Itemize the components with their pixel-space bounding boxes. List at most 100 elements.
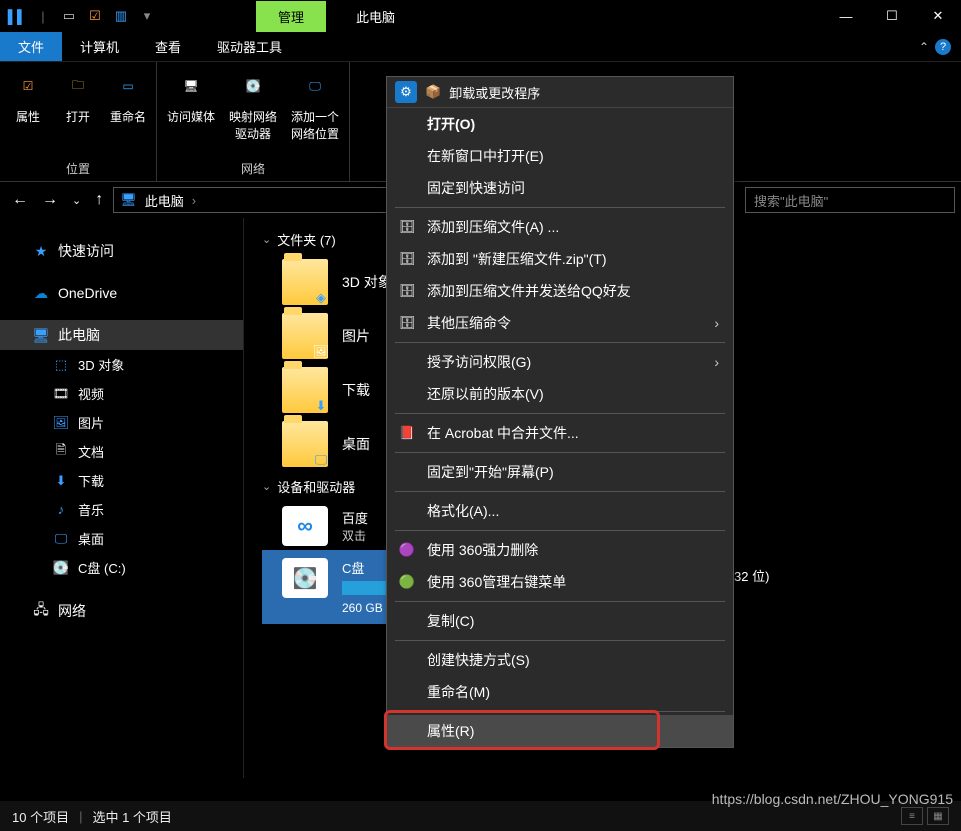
- sidebar-network[interactable]: 🖧 网络: [0, 596, 243, 626]
- context-menu-separator: [395, 530, 725, 531]
- ribbon-group-network-label: 网络: [167, 158, 339, 179]
- this-pc-icon: 🖥: [120, 192, 137, 208]
- blank-icon: [397, 462, 417, 482]
- context-menu-item[interactable]: 🟢使用 360管理右键菜单: [387, 566, 733, 598]
- sidebar-item-label: C盘 (C:): [78, 558, 126, 577]
- search-input[interactable]: 搜索"此电脑": [745, 187, 955, 213]
- context-menu-item[interactable]: 固定到快速访问: [387, 172, 733, 204]
- sidebar-item-documents[interactable]: 🗎文档: [0, 437, 243, 466]
- context-menu-item[interactable]: 复制(C): [387, 605, 733, 637]
- sidebar-item-label: 音乐: [78, 500, 104, 519]
- tab-view[interactable]: 查看: [137, 32, 199, 61]
- folder-icon: ⬇: [282, 367, 328, 413]
- close-button[interactable]: ✕: [915, 0, 961, 32]
- ribbon-access-media[interactable]: 🖥 访问媒体: [167, 68, 215, 158]
- ribbon-map-drive[interactable]: 💽 映射网络 驱动器: [229, 68, 277, 158]
- context-menu-item[interactable]: 格式化(A)...: [387, 495, 733, 527]
- context-menu-item-label: 复制(C): [427, 611, 474, 631]
- sidebar-item-videos[interactable]: 🎞视频: [0, 379, 243, 408]
- navigation-pane: ★ 快速访问 ☁ OneDrive 🖥 此电脑 ⬚3D 对象 🎞视频 🖼图片 🗎…: [0, 218, 244, 778]
- folder-icon: 🖵: [282, 421, 328, 467]
- desktop-icon: 🖵: [52, 531, 70, 547]
- context-menu-separator: [395, 601, 725, 602]
- manage-contextual-tab[interactable]: 管理: [256, 1, 326, 32]
- nav-back-button[interactable]: ←: [12, 191, 28, 209]
- sidebar-item-music[interactable]: ♪ 音乐: [0, 495, 243, 524]
- context-menu-item[interactable]: 重命名(M): [387, 676, 733, 708]
- blank-icon: [397, 650, 417, 670]
- nav-forward-button[interactable]: →: [42, 191, 58, 209]
- music-icon: ♪: [52, 502, 70, 518]
- context-menu-item-label: 固定到快速访问: [427, 178, 525, 198]
- sidebar-item-3d[interactable]: ⬚3D 对象: [0, 350, 243, 379]
- sidebar-item-downloads[interactable]: ⬇下载: [0, 466, 243, 495]
- qat-drive-icon[interactable]: ▥: [112, 9, 130, 23]
- sidebar-this-pc[interactable]: 🖥 此电脑: [0, 320, 243, 350]
- context-menu-item[interactable]: 打开(O): [387, 108, 733, 140]
- maximize-button[interactable]: ☐: [869, 0, 915, 32]
- sidebar-item-cdrive[interactable]: 💽C盘 (C:): [0, 553, 243, 582]
- context-menu-separator: [395, 342, 725, 343]
- context-menu-item[interactable]: 在新窗口中打开(E): [387, 140, 733, 172]
- sidebar-quick-access[interactable]: ★ 快速访问: [0, 236, 243, 266]
- sidebar-item-label: 视频: [78, 384, 104, 403]
- context-menu-separator: [395, 491, 725, 492]
- tab-drive-tools[interactable]: 驱动器工具: [199, 32, 300, 61]
- ribbon-properties[interactable]: ☑ 属性: [10, 68, 46, 158]
- sidebar-item-desktop[interactable]: 🖵 桌面: [0, 524, 243, 553]
- breadcrumb-chevron-icon[interactable]: ›: [192, 193, 196, 208]
- nav-recent-dropdown[interactable]: ⌄: [72, 194, 81, 207]
- open-folder-icon: 🗀: [60, 68, 96, 104]
- qat-checkbox-icon[interactable]: ☑: [86, 9, 104, 23]
- context-menu-item[interactable]: 还原以前的版本(V): [387, 378, 733, 410]
- nav-up-button[interactable]: ↑: [95, 191, 103, 209]
- help-icon[interactable]: ?: [935, 39, 951, 55]
- context-menu-item[interactable]: 🗄添加到压缩文件(A) ...: [387, 211, 733, 243]
- archive-icon: 🗄: [397, 217, 417, 237]
- watermark: https://blog.csdn.net/ZHOU_YONG915: [712, 791, 953, 807]
- context-menu-item[interactable]: 固定到"开始"屏幕(P): [387, 456, 733, 488]
- submenu-arrow-icon: ›: [714, 315, 719, 331]
- context-menu-item[interactable]: 🗄添加到 "新建压缩文件.zip"(T): [387, 243, 733, 275]
- context-menu-separator: [395, 207, 725, 208]
- tab-file[interactable]: 文件: [0, 32, 62, 61]
- context-menu-item[interactable]: 🗄添加到压缩文件并发送给QQ好友: [387, 275, 733, 307]
- sidebar-onedrive[interactable]: ☁ OneDrive: [0, 280, 243, 306]
- context-menu-item-label: 重命名(M): [427, 682, 490, 702]
- context-menu-item-label: 添加到 "新建压缩文件.zip"(T): [427, 249, 607, 269]
- breadcrumb[interactable]: 此电脑: [145, 191, 184, 210]
- folder-icon: ◈: [282, 259, 328, 305]
- ribbon-open[interactable]: 🗀 打开: [60, 68, 96, 158]
- collapse-ribbon-icon[interactable]: ⌃: [919, 40, 929, 54]
- view-tiles-button[interactable]: ▦: [927, 807, 949, 825]
- context-menu-item[interactable]: 创建快捷方式(S): [387, 644, 733, 676]
- extra-text: 32 位): [734, 566, 769, 585]
- sidebar-item-pictures[interactable]: 🖼图片: [0, 408, 243, 437]
- context-menu-item[interactable]: 📕在 Acrobat 中合并文件...: [387, 417, 733, 449]
- context-menu-separator: [395, 711, 725, 712]
- context-menu-separator: [395, 452, 725, 453]
- qat-properties-icon[interactable]: ▭: [60, 9, 78, 23]
- ribbon-add-location[interactable]: 🖵 添加一个 网络位置: [291, 68, 339, 158]
- desktop-overlay-icon: 🖵: [310, 449, 332, 471]
- qat-dropdown-icon[interactable]: ▾: [138, 9, 156, 23]
- properties-icon: ☑: [10, 68, 46, 104]
- view-details-button[interactable]: ≡: [901, 807, 923, 825]
- sidebar-network-label: 网络: [58, 601, 86, 621]
- rename-icon: ▭: [110, 68, 146, 104]
- context-menu-item-label: 其他压缩命令: [427, 313, 511, 333]
- context-menu-item[interactable]: 授予访问权限(G)›: [387, 346, 733, 378]
- ribbon-rename[interactable]: ▭ 重命名: [110, 68, 146, 158]
- download-overlay-icon: ⬇: [310, 395, 332, 417]
- context-menu-item[interactable]: 🗄其他压缩命令›: [387, 307, 733, 339]
- 360mgr-icon: 🟢: [397, 572, 417, 592]
- context-menu-item-label: 打开(O): [427, 114, 475, 134]
- minimize-button[interactable]: —: [823, 0, 869, 32]
- context-menu-item-label: 创建快捷方式(S): [427, 650, 530, 670]
- search-placeholder: 搜索"此电脑": [754, 191, 828, 210]
- tab-computer[interactable]: 计算机: [62, 32, 137, 61]
- context-menu-item[interactable]: 🟣使用 360强力删除: [387, 534, 733, 566]
- sidebar-item-label: 桌面: [78, 529, 104, 548]
- 360del-icon: 🟣: [397, 540, 417, 560]
- context-menu-item[interactable]: 属性(R): [387, 715, 733, 747]
